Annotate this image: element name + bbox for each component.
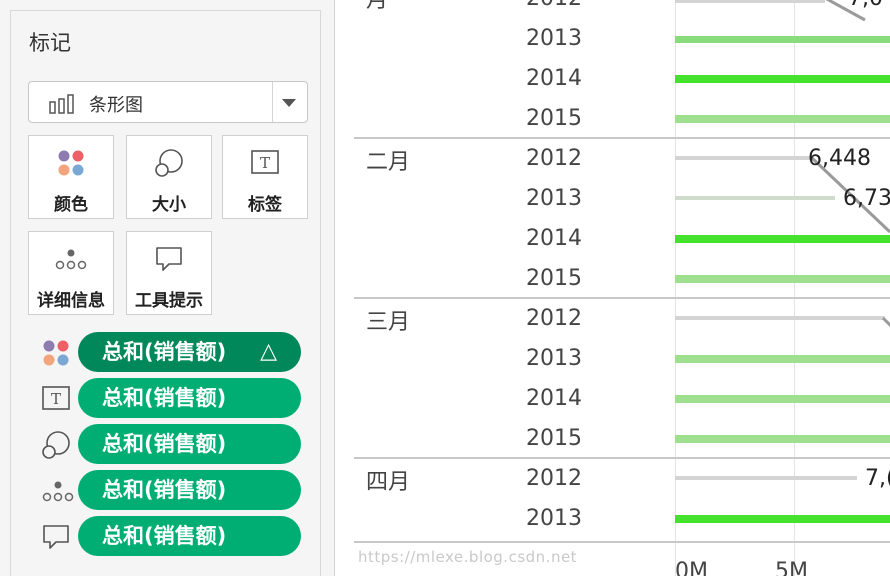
mark-type-label: 条形图 <box>89 95 143 116</box>
data-label: 6,448 <box>808 146 871 171</box>
marks-card-title: 标记 <box>29 31 71 55</box>
bar-mark[interactable] <box>675 36 890 43</box>
label-button[interactable]: T 标签 <box>222 135 308 219</box>
data-label: 7,0 <box>848 0 883 11</box>
marks-card: 标记 条形图 颜色 大小 T 标签 详细信息 工具提示 总和(销售额) △ T … <box>10 10 321 576</box>
tooltip-icon <box>41 522 71 552</box>
bar-mark[interactable] <box>675 435 890 443</box>
size-icon <box>127 148 211 178</box>
pill-row-size: 总和(销售额) <box>41 424 313 464</box>
color-field-pill[interactable]: 总和(销售额) △ <box>78 332 301 372</box>
bar-mark[interactable] <box>675 156 810 160</box>
svg-text:T: T <box>51 390 61 408</box>
tooltip-icon <box>127 244 211 274</box>
bar-mark[interactable] <box>675 115 890 123</box>
chevron-down-icon[interactable] <box>282 99 296 107</box>
label-field-pill[interactable]: 总和(销售额) <box>78 378 301 418</box>
color-button[interactable]: 颜色 <box>28 135 114 219</box>
data-label: 7,( <box>865 466 890 491</box>
text-icon: T <box>41 384 71 414</box>
color-icon <box>29 148 113 178</box>
axis-tick: 5M <box>775 559 808 576</box>
detail-button[interactable]: 详细信息 <box>28 231 114 315</box>
bar-mark[interactable] <box>675 235 890 243</box>
label-button-label: 标签 <box>248 195 282 215</box>
bar-mark[interactable] <box>675 275 890 283</box>
size-button[interactable]: 大小 <box>126 135 212 219</box>
size-field-pill[interactable]: 总和(销售额) <box>78 424 301 464</box>
pill-label: 总和(销售额) <box>102 478 227 502</box>
axis-tick: 0M <box>675 559 708 576</box>
detail-field-pill[interactable]: 总和(销售额) <box>78 470 301 510</box>
svg-text:T: T <box>260 154 270 172</box>
pill-row-tooltip: 总和(销售额) <box>41 516 313 556</box>
bar-mark[interactable] <box>675 395 890 403</box>
connector-line <box>881 316 890 328</box>
text-icon: T <box>223 148 307 178</box>
pill-row-label: T 总和(销售额) <box>41 378 313 418</box>
bar-mark[interactable] <box>675 196 835 200</box>
pill-label: 总和(销售额) <box>102 340 227 364</box>
bar-mark[interactable] <box>675 316 885 320</box>
color-button-label: 颜色 <box>54 195 88 215</box>
bar-mark[interactable] <box>675 515 890 523</box>
size-button-label: 大小 <box>152 195 186 215</box>
tooltip-field-pill[interactable]: 总和(销售额) <box>78 516 301 556</box>
tooltip-button[interactable]: 工具提示 <box>126 231 212 315</box>
data-label: 6,73 <box>843 186 890 211</box>
detail-icon <box>29 244 113 274</box>
size-icon <box>41 430 71 460</box>
bar-mark[interactable] <box>675 476 857 480</box>
bar-mark[interactable] <box>675 75 890 83</box>
pill-label: 总和(销售额) <box>102 386 227 410</box>
pill-label: 总和(销售额) <box>102 432 227 456</box>
pill-label: 总和(销售额) <box>102 524 227 548</box>
detail-button-label: 详细信息 <box>37 291 105 311</box>
pill-row-detail: 总和(销售额) <box>41 470 313 510</box>
pill-row-color: 总和(销售额) △ <box>41 332 313 372</box>
mark-type-dropdown[interactable]: 条形图 <box>28 81 308 123</box>
bars-layer <box>675 0 890 523</box>
tooltip-button-label: 工具提示 <box>135 291 203 311</box>
bar-chart-icon <box>49 94 75 118</box>
detail-icon <box>41 476 74 506</box>
view-area[interactable]: 月 二月 三月 四月 2012 2013 2014 2015 2012 2013… <box>335 0 890 576</box>
bar-mark[interactable] <box>675 0 825 3</box>
bar-mark[interactable] <box>675 355 890 363</box>
watermark: https://mlexe.blog.csdn.net <box>358 548 578 566</box>
delta-icon: △ <box>260 339 277 364</box>
color-icon <box>41 338 71 368</box>
